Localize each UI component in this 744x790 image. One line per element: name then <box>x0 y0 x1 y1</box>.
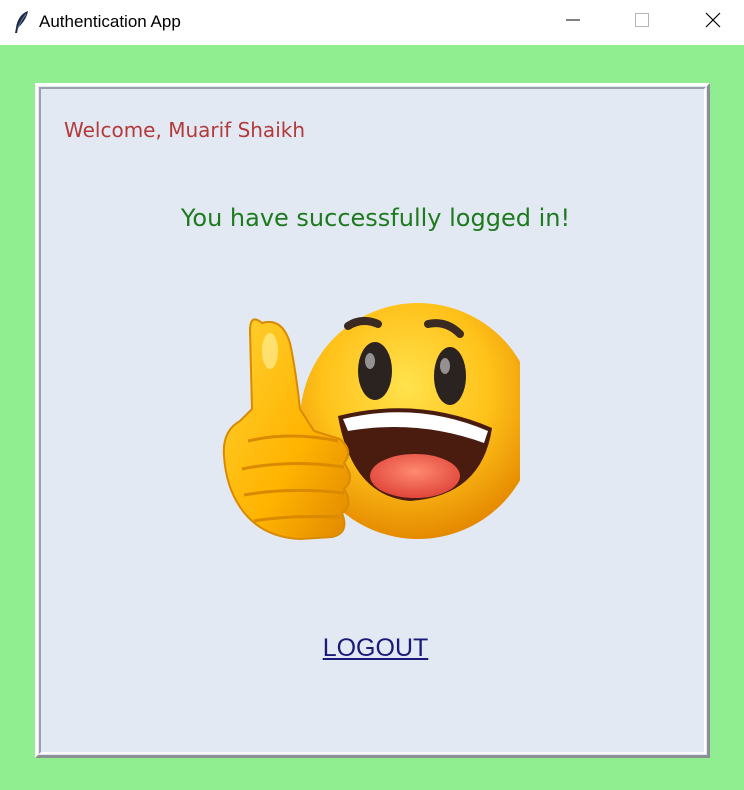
success-message: You have successfully logged in! <box>180 204 571 232</box>
welcome-label: Welcome, Muarif Shaikh <box>64 118 306 142</box>
minimize-icon <box>565 12 581 33</box>
thumbs-up-smiley-image <box>220 291 536 553</box>
minimize-button[interactable] <box>550 0 596 45</box>
success-panel: Welcome, Muarif Shaikh You have successf… <box>35 83 710 758</box>
close-icon <box>704 11 722 34</box>
maximize-icon <box>634 12 650 33</box>
maximize-button[interactable] <box>619 0 665 45</box>
title-bar: Authentication App <box>0 0 744 45</box>
logout-link[interactable]: LOGOUT <box>38 634 713 663</box>
feather-icon <box>12 10 32 34</box>
window-title: Authentication App <box>39 12 181 31</box>
close-button[interactable] <box>690 0 736 45</box>
